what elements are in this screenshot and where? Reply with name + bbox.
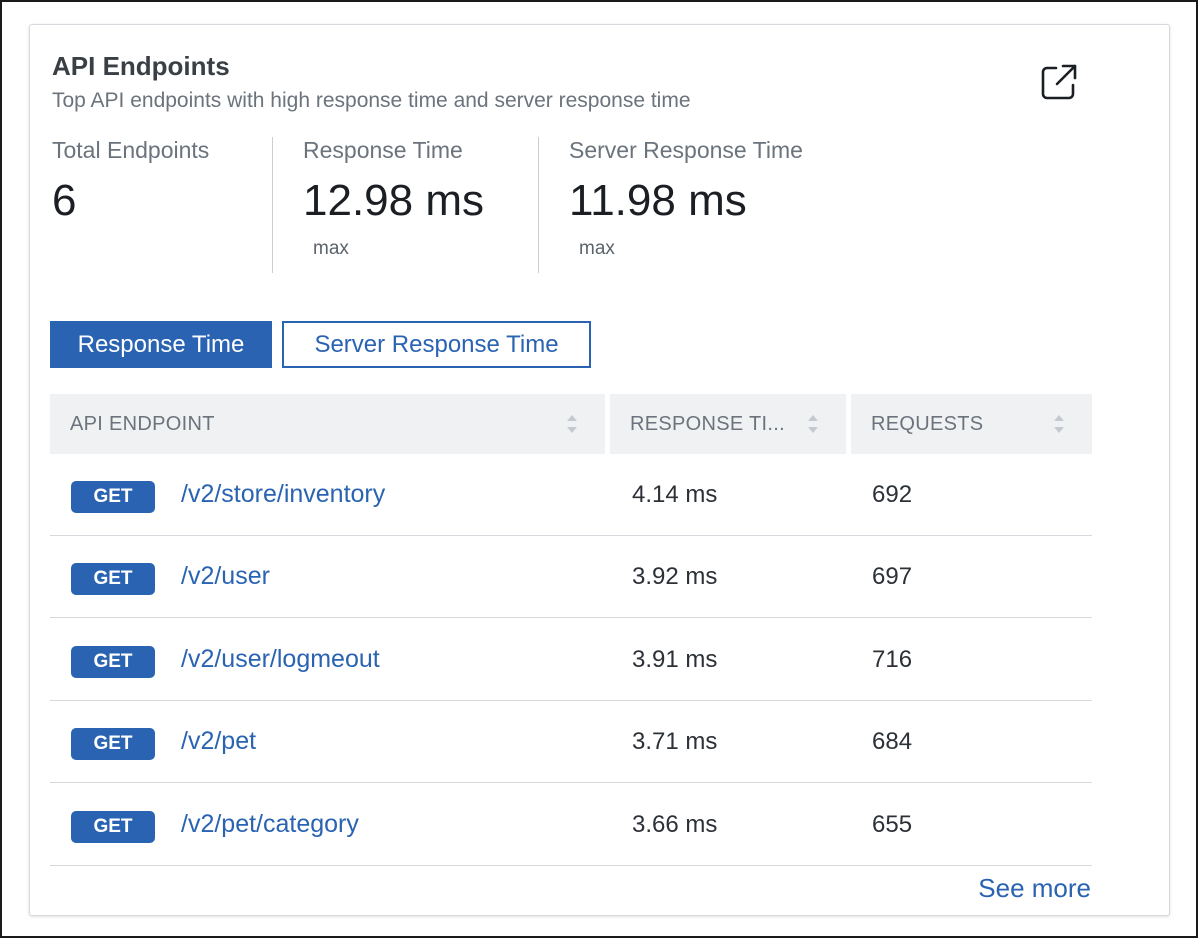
response-time-cell: 3.66 ms [632, 811, 718, 838]
tab-server-response-time[interactable]: Server Response Time [282, 321, 591, 368]
sort-icon[interactable] [806, 412, 820, 436]
tab-response-time[interactable]: Response Time [50, 321, 272, 368]
card-title: API Endpoints [52, 51, 230, 81]
stat-response-time: Response Time 12.98 ms max [303, 137, 484, 273]
external-link-icon[interactable] [1038, 61, 1080, 103]
column-header-label: API ENDPOINT [70, 412, 215, 435]
stat-value: 11.98 ms [569, 176, 747, 225]
api-endpoints-card: API Endpoints Top API endpoints with hig… [29, 24, 1170, 916]
endpoint-link[interactable]: /v2/user [181, 562, 270, 591]
column-header-label: RESPONSE TI... [630, 412, 785, 435]
sort-icon[interactable] [565, 412, 579, 436]
stat-label: Server Response Time [569, 137, 803, 163]
stat-label: Response Time [303, 137, 463, 163]
stat-total-endpoints: Total Endpoints 6 [52, 137, 209, 273]
method-badge: GET [71, 481, 155, 513]
table-row: GET /v2/pet 3.71 ms 684 [50, 701, 1092, 783]
stat-value: 12.98 ms [303, 176, 484, 225]
requests-cell: 716 [872, 646, 913, 673]
requests-cell: 692 [872, 481, 913, 508]
table-row: GET /v2/user/logmeout 3.91 ms 716 [50, 619, 1092, 701]
column-header-response-time[interactable]: RESPONSE TI... [610, 394, 846, 454]
requests-cell: 684 [872, 728, 913, 755]
endpoint-link[interactable]: /v2/pet/category [181, 810, 359, 839]
response-time-cell: 4.14 ms [632, 481, 718, 508]
stat-sub: max [579, 238, 615, 259]
requests-cell: 655 [872, 811, 913, 838]
stat-divider [272, 137, 273, 273]
table-row: GET /v2/store/inventory 4.14 ms 692 [50, 454, 1092, 536]
endpoint-link[interactable]: /v2/store/inventory [181, 480, 385, 509]
method-badge: GET [71, 728, 155, 760]
response-time-cell: 3.71 ms [632, 728, 718, 755]
stat-sub: max [313, 238, 349, 259]
column-header-label: REQUESTS [871, 412, 984, 435]
response-time-cell: 3.92 ms [632, 563, 718, 590]
response-time-cell: 3.91 ms [632, 646, 718, 673]
method-badge: GET [71, 646, 155, 678]
column-header-requests[interactable]: REQUESTS [851, 394, 1092, 454]
table-row: GET /v2/user 3.92 ms 697 [50, 536, 1092, 618]
sort-icon[interactable] [1052, 412, 1066, 436]
stat-value: 6 [52, 176, 77, 225]
see-more-link[interactable]: See more [978, 873, 1091, 904]
endpoint-link[interactable]: /v2/user/logmeout [181, 645, 380, 674]
column-header-api-endpoint[interactable]: API ENDPOINT [50, 394, 605, 454]
stat-label: Total Endpoints [52, 137, 210, 163]
method-badge: GET [71, 811, 155, 843]
endpoint-link[interactable]: /v2/pet [181, 727, 256, 756]
stat-server-response-time: Server Response Time 11.98 ms max [569, 137, 803, 273]
stat-divider [538, 137, 539, 273]
method-badge: GET [71, 563, 155, 595]
card-subtitle: Top API endpoints with high response tim… [52, 89, 691, 112]
table-row: GET /v2/pet/category 3.66 ms 655 [50, 784, 1092, 866]
requests-cell: 697 [872, 563, 913, 590]
